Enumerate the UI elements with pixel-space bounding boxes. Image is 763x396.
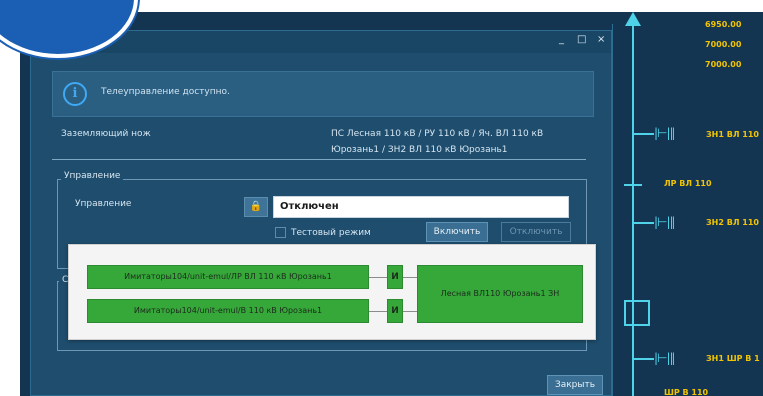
label-zn1-shr[interactable]: ЗН1 ШР В 1 (706, 354, 760, 363)
control-state-field: Отключен (273, 196, 569, 218)
measurement-readout-2: 7000.00 (705, 40, 742, 49)
test-mode-label[interactable]: Тестовый режим (291, 228, 371, 238)
info-icon: i (63, 82, 87, 106)
zn1-branch (634, 133, 654, 135)
object-path-line-1: ПС Лесная 110 кВ / РУ 110 кВ / Яч. ВЛ 11… (331, 129, 544, 139)
lock-icon[interactable]: 🔒 (244, 197, 268, 217)
maximize-button[interactable]: □ (577, 34, 586, 45)
zn1-shr-ground-icon: |⊢|‖ (654, 351, 676, 365)
object-path: ПС Лесная 110 кВ / РУ 110 кВ / Яч. ВЛ 11… (331, 126, 543, 158)
and-operator-1: И (387, 265, 403, 289)
info-banner: i Телеуправление доступно. (52, 71, 594, 117)
connector-1 (369, 277, 387, 278)
close-button[interactable]: Закрыть (547, 375, 603, 395)
switch-on-button[interactable]: Включить (426, 222, 488, 242)
info-text: Телеуправление доступно. (101, 87, 230, 97)
bus-secondary-line (612, 24, 613, 396)
interlock-popup: Имитаторы104/unit-emul/ЛР ВЛ 110 кВ Юроз… (68, 244, 596, 340)
lr-disconnector (624, 184, 642, 186)
label-zn1[interactable]: ЗН1 ВЛ 110 (706, 130, 759, 139)
zn2-ground-icon: |⊢|‖ (654, 215, 676, 229)
breaker-symbol[interactable] (624, 300, 650, 326)
interlock-condition-2: Имитаторы104/unit-emul/В 110 кВ Юрозань1 (87, 299, 369, 323)
close-icon[interactable]: × (597, 34, 605, 45)
separator (52, 159, 586, 160)
telecontrol-dialog: _ □ × i Телеуправление доступно. Заземля… (30, 30, 612, 396)
object-type-label: Заземляющий нож (61, 129, 151, 139)
control-group-title: Управление (61, 171, 124, 181)
bus-vertical-line (632, 24, 634, 396)
connector-3 (369, 311, 387, 312)
label-zn2[interactable]: ЗН2 ВЛ 110 (706, 218, 759, 227)
and-operator-2: И (387, 299, 403, 323)
interlock-condition-1: Имитаторы104/unit-emul/ЛР ВЛ 110 кВ Юроз… (87, 265, 369, 289)
minimize-button[interactable]: _ (559, 34, 564, 45)
interlock-result: Лесная ВЛ110 Юрозань1 ЗН (417, 265, 583, 323)
measurement-readout-1: 6950.00 (705, 20, 742, 29)
switch-off-button[interactable]: Отключить (501, 222, 571, 242)
test-mode-checkbox[interactable] (275, 227, 286, 238)
connector-2 (403, 277, 417, 278)
object-path-line-2: Юрозань1 / ЗН2 ВЛ 110 кВ Юрозань1 (331, 145, 508, 155)
zn1-shr-branch (634, 358, 654, 360)
label-lr[interactable]: ЛР ВЛ 110 (664, 179, 712, 188)
measurement-readout-3: 7000.00 (705, 60, 742, 69)
zn1-ground-icon: |⊢|‖ (654, 126, 676, 140)
zn2-branch (634, 222, 654, 224)
control-row-label: Управление (75, 199, 132, 209)
label-shr[interactable]: ШР В 110 (664, 388, 708, 396)
connector-4 (403, 311, 417, 312)
